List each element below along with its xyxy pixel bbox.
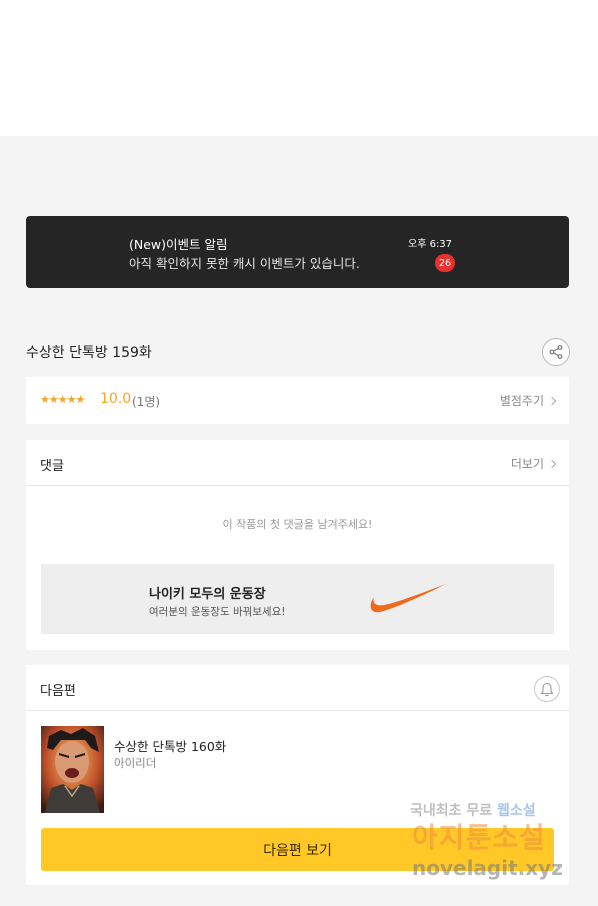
notification-title: (New)이벤트 알림 (129, 237, 228, 252)
share-icon (549, 345, 563, 359)
rating-stars: ★★★★★ (40, 393, 85, 406)
nike-ad-banner[interactable]: 나이키 모두의 운동장 여러분의 운동장도 바꿔보세요! (41, 564, 554, 634)
nike-swoosh-logo (370, 584, 446, 613)
notification-body: 아직 확인하지 못한 캐시 이벤트가 있습니다. (129, 256, 360, 271)
watermark-line2: 아지툰소설 (412, 821, 546, 854)
episode-title: 수상한 단톡방 159화 (26, 345, 152, 361)
rating-count: (1명) (132, 395, 161, 409)
ad-subtitle: 여러분의 운동장도 바꿔보세요! (149, 606, 286, 618)
comments-more-label: 더보기 (510, 457, 544, 471)
watermark-line3: novelagit.xyz (412, 856, 563, 880)
rating-score: 10.0 (100, 391, 132, 407)
ad-title: 나이키 모두의 운동장 (149, 587, 266, 602)
rate-button-label: 별점주기 (499, 394, 544, 408)
notify-button[interactable] (534, 676, 560, 702)
top-blank-area (0, 0, 598, 136)
comic-character-image (41, 726, 104, 813)
comments-header: 댓글 더보기 (26, 440, 569, 486)
notification-count-badge: 26 (435, 254, 455, 272)
rating-card: ★★★★★ 10.0 (1명) 별점주기 (26, 377, 569, 424)
event-notification-banner[interactable]: (New)이벤트 알림 아직 확인하지 못한 캐시 이벤트가 있습니다. 오후 … (26, 216, 569, 288)
rate-button[interactable]: 별점주기 (499, 392, 557, 409)
comments-label: 댓글 (40, 459, 64, 474)
comments-card: 댓글 더보기 이 작품의 첫 댓글을 남겨주세요! 나이키 모두의 운동장 여러… (26, 440, 569, 650)
share-button[interactable] (542, 338, 570, 366)
bell-icon (540, 682, 554, 696)
site-watermark: 국내최초 무료 웹소설 아지툰소설 novelagit.xyz (410, 800, 580, 890)
next-episode-header: 다음편 (26, 665, 569, 711)
next-episode-title[interactable]: 수상한 단톡방 160화 (114, 736, 226, 755)
next-episode-label: 다음편 (40, 684, 76, 699)
comments-empty-message: 이 작품의 첫 댓글을 남겨주세요! (222, 518, 373, 531)
comments-more-button[interactable]: 더보기 (510, 455, 557, 472)
next-episode-author: 아이리더 (114, 756, 157, 770)
next-episode-thumbnail[interactable] (41, 726, 104, 813)
notification-time: 오후 6:37 (408, 239, 453, 250)
chevron-right-icon (547, 459, 557, 468)
chevron-right-icon (547, 396, 557, 405)
